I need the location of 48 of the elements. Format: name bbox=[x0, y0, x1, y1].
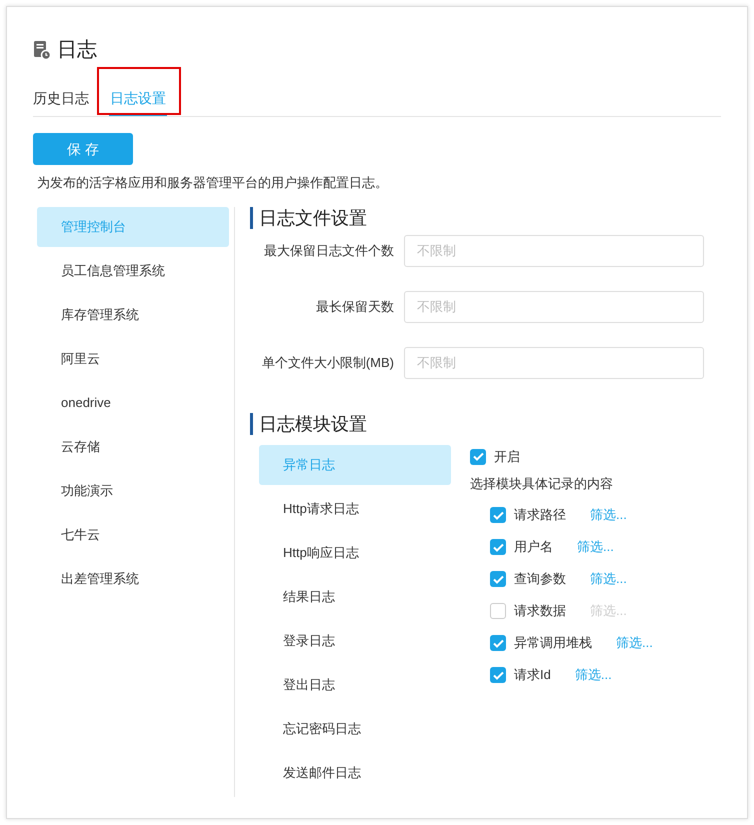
sidebar-item[interactable]: 云存储 bbox=[37, 426, 229, 466]
document-clock-icon bbox=[33, 40, 51, 60]
check-icon bbox=[492, 574, 504, 584]
sidebar-item[interactable]: 员工信息管理系统 bbox=[37, 250, 229, 290]
field-label: 最大保留日志文件个数 bbox=[263, 242, 395, 260]
checkbox-label: 用户名 bbox=[514, 538, 553, 556]
sidebar-item[interactable]: 阿里云 bbox=[37, 338, 229, 378]
input-field[interactable]: 不限制 bbox=[404, 346, 704, 378]
module-item[interactable]: 发送邮件日志 bbox=[259, 752, 451, 792]
check-icon bbox=[492, 638, 504, 648]
checkbox-label: 查询参数 bbox=[514, 570, 566, 588]
checkbox-label: 异常调用堆栈 bbox=[514, 634, 592, 652]
module-item[interactable]: 登出日志 bbox=[259, 664, 451, 704]
sidebar-item[interactable]: onedrive bbox=[37, 382, 229, 422]
section-heading: 日志文件设置 bbox=[250, 206, 721, 228]
checkbox[interactable] bbox=[490, 571, 506, 587]
section-heading: 日志模块设置 bbox=[250, 412, 721, 434]
module-item[interactable]: Http响应日志 bbox=[259, 532, 451, 572]
checkbox-label: 请求数据 bbox=[514, 602, 566, 620]
module-item[interactable]: 登录日志 bbox=[259, 620, 451, 660]
check-icon bbox=[492, 670, 504, 680]
checkbox-label: 开启 bbox=[494, 448, 520, 466]
module-item[interactable]: 忘记密码日志 bbox=[259, 708, 451, 748]
checkbox[interactable] bbox=[490, 603, 506, 619]
sidebar-item[interactable]: 七牛云 bbox=[37, 514, 229, 554]
field-label: 最长保留天数 bbox=[315, 298, 395, 316]
description-text: 为发布的活字格应用和服务器管理平台的用户操作配置日志。 bbox=[37, 174, 389, 192]
checkbox[interactable] bbox=[490, 667, 506, 683]
input-field[interactable]: 不限制 bbox=[404, 290, 704, 322]
sidebar-item[interactable]: 功能演示 bbox=[37, 470, 229, 510]
sidebar-item[interactable]: 出差管理系统 bbox=[37, 558, 229, 598]
check-icon bbox=[492, 542, 504, 552]
module-item[interactable]: 结果日志 bbox=[259, 576, 451, 616]
check-icon bbox=[472, 452, 484, 461]
module-item[interactable]: Http请求日志 bbox=[259, 488, 451, 528]
page-title: 日志 bbox=[57, 38, 97, 63]
checkbox[interactable] bbox=[490, 539, 506, 555]
checkbox[interactable] bbox=[470, 448, 486, 464]
checkbox[interactable] bbox=[490, 635, 506, 651]
content-heading: 选择模块具体记录的内容 bbox=[470, 474, 614, 492]
tab[interactable]: 历史日志 bbox=[33, 83, 89, 116]
checkbox[interactable] bbox=[490, 507, 506, 523]
field-label: 单个文件大小限制(MB) bbox=[260, 354, 395, 372]
checkbox-label: 请求Id bbox=[514, 666, 551, 684]
check-icon bbox=[492, 510, 504, 520]
sidebar-item[interactable]: 库存管理系统 bbox=[37, 294, 229, 334]
input-field[interactable]: 不限制 bbox=[404, 234, 704, 266]
checkbox-label: 请求路径 bbox=[514, 506, 566, 524]
